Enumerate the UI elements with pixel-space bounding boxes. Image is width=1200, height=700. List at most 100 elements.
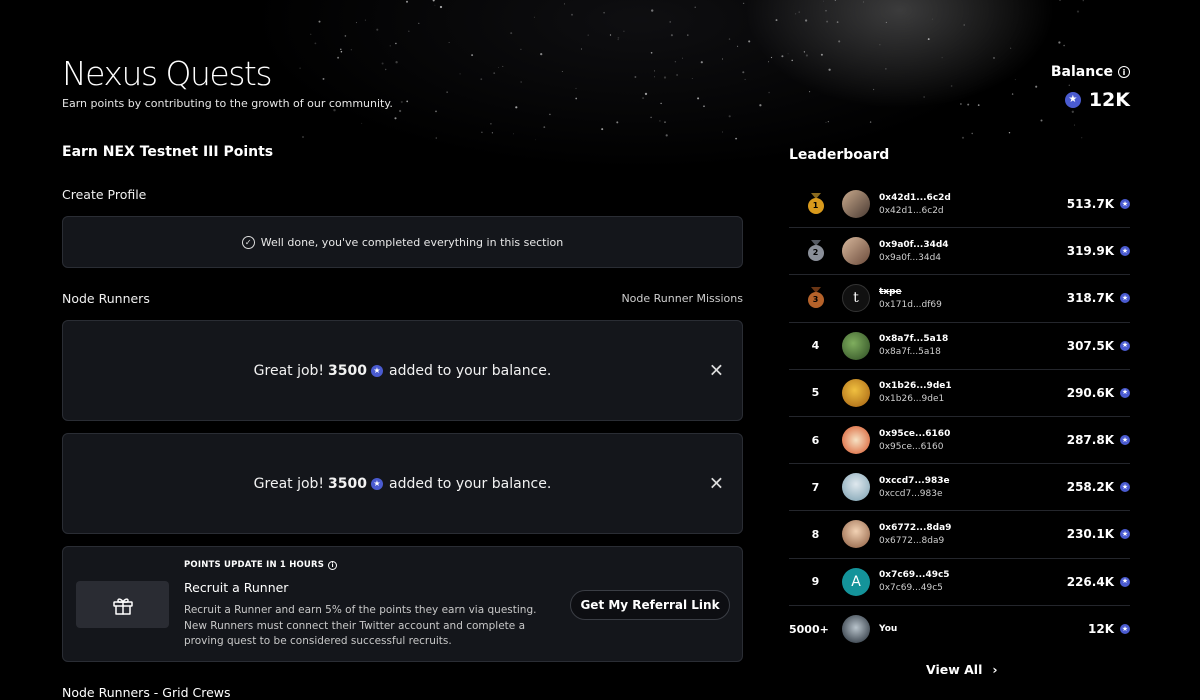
- star-dot: [826, 20, 829, 23]
- leaderboard-address: 0x6772...8da9: [879, 535, 945, 546]
- star-dot: [435, 110, 437, 113]
- leaderboard-address: 0x9a0f...34d4: [879, 252, 942, 263]
- star-dot: [836, 21, 839, 23]
- avatar: [842, 473, 870, 502]
- star-dot: [1040, 119, 1043, 122]
- star-dot: [971, 132, 973, 135]
- star-dot: [493, 72, 496, 74]
- leaderboard-points: 226.4K ★: [1067, 575, 1130, 589]
- rank-number: 8: [811, 527, 820, 541]
- star-dot: [376, 28, 379, 31]
- points-value: 318.7K: [1066, 291, 1114, 306]
- star-dot: [825, 9, 827, 12]
- close-icon[interactable]: ✕: [709, 473, 724, 494]
- star-dot: [364, 19, 366, 21]
- points-value: 319.9K: [1066, 244, 1114, 259]
- balance-label-text: Balance: [1050, 64, 1113, 80]
- star-dot: [768, 91, 770, 94]
- view-all-link[interactable]: View All ›: [926, 662, 998, 677]
- leaderboard-row[interactable]: 5 0x1b26...9de1 0x1b26...9de1 290.6K ★: [789, 370, 1130, 417]
- leaderboard-row[interactable]: 1 0x42d1...6c2d 0x42d1...6c2d 513.7K ★: [789, 181, 1130, 229]
- star-dot: [587, 34, 589, 36]
- star-dot: [825, 121, 827, 123]
- star-dot: [361, 122, 363, 124]
- star-coin-icon: ★: [371, 477, 384, 490]
- leaderboard-name: 0x6772...8da9: [879, 522, 952, 533]
- star-dot: [549, 113, 551, 116]
- create-profile-complete-card: ✓ Well done, you've completed everything…: [62, 216, 743, 268]
- star-dot: [1076, 10, 1080, 13]
- leaderboard-row[interactable]: 6 0x95ce...6160 0x95ce...6160 287.8K ★: [789, 417, 1130, 465]
- star-dot: [650, 51, 653, 54]
- star-dot: [659, 120, 661, 122]
- star-dot: [735, 137, 738, 140]
- leaderboard-row[interactable]: 7 0xccd7...983e 0xccd7...983e 258.2K ★: [789, 464, 1130, 512]
- star-dot: [697, 97, 700, 100]
- star-dot: [737, 45, 739, 47]
- avatar: A: [842, 567, 870, 596]
- star-dot: [616, 121, 619, 124]
- leaderboard-row-you[interactable]: 5000+ You 12K ★: [789, 606, 1130, 653]
- star-dot: [1014, 79, 1016, 81]
- star-dot: [344, 35, 347, 37]
- leaderboard-title: Leaderboard: [789, 147, 890, 163]
- medal-icon: 2: [807, 240, 825, 262]
- star-dot: [781, 55, 784, 58]
- star-dot: [863, 1, 865, 3]
- leaderboard-address: 0xccd7...983e: [879, 488, 943, 499]
- star-coin-icon: ★: [1120, 387, 1130, 398]
- star-coin-icon: ★: [1120, 576, 1130, 587]
- star-dot: [510, 32, 513, 35]
- leaderboard-name: 0xccd7...983e: [879, 475, 950, 486]
- reward-notice-card: Great job! 3500 ★ added to your balance.…: [62, 320, 743, 421]
- balance-amount: 12K: [1088, 89, 1130, 111]
- info-icon[interactable]: i: [328, 560, 338, 570]
- view-all-label: View All: [926, 662, 983, 677]
- star-dot: [1068, 84, 1070, 86]
- star-dot: [609, 34, 612, 36]
- star-dot: [302, 136, 304, 138]
- leaderboard-name: 0x1b26...9de1: [879, 381, 952, 392]
- star-dot: [299, 67, 301, 69]
- rank-medal: 2: [789, 240, 842, 262]
- star-dot: [515, 106, 518, 109]
- done-message: Well done, you've completed everything i…: [260, 235, 564, 249]
- star-dot: [744, 78, 746, 80]
- leaderboard-points: 513.7K ★: [1067, 197, 1130, 211]
- star-dot: [439, 5, 443, 9]
- close-icon[interactable]: ✕: [709, 360, 724, 381]
- star-dot: [406, 100, 409, 103]
- avatar: [842, 237, 870, 266]
- node-runners-title: Node Runners: [62, 291, 150, 306]
- star-dot: [1082, 0, 1084, 2]
- star-dot: [394, 117, 397, 120]
- info-icon[interactable]: i: [1118, 66, 1130, 78]
- star-dot: [960, 103, 962, 105]
- leaderboard-row[interactable]: 8 0x6772...8da9 0x6772...8da9 230.1K ★: [789, 511, 1130, 559]
- medal-icon: 1: [807, 193, 825, 215]
- star-coin-icon: ★: [1120, 624, 1130, 635]
- leaderboard-points: 318.7K ★: [1067, 291, 1130, 305]
- star-dot: [742, 71, 745, 74]
- notice-prefix: Great job!: [253, 362, 325, 379]
- get-referral-link-button[interactable]: Get My Referral Link: [570, 590, 730, 620]
- star-dot: [1010, 47, 1012, 49]
- avatar: [842, 426, 870, 455]
- star-dot: [644, 92, 648, 96]
- rank-number: 5: [811, 386, 820, 400]
- leaderboard-name: 0x9a0f...34d4: [879, 239, 949, 250]
- leaderboard-name: 0x42d1...6c2d: [879, 192, 951, 203]
- leaderboard-row[interactable]: 4 0x8a7f...5a18 0x8a7f...5a18 307.5K ★: [789, 323, 1130, 370]
- star-dot: [828, 68, 831, 71]
- star-dot: [623, 30, 625, 33]
- star-dot: [687, 34, 689, 36]
- leaderboard-address: 0x8a7f...5a18: [879, 347, 941, 358]
- leaderboard-row[interactable]: 2 0x9a0f...34d4 0x9a0f...34d4 319.9K ★: [789, 228, 1130, 276]
- avatar: [842, 378, 870, 407]
- star-dot: [967, 103, 970, 106]
- leaderboard-row[interactable]: 3 t txpe 0x171d...df69 318.7K ★: [789, 275, 1130, 323]
- leaderboard-row[interactable]: 9 A 0x7c69...49c5 0x7c69...49c5 226.4K ★: [789, 559, 1130, 606]
- star-dot: [617, 37, 620, 39]
- node-runner-missions-link[interactable]: Node Runner Missions: [621, 292, 743, 305]
- star-dot: [491, 132, 493, 134]
